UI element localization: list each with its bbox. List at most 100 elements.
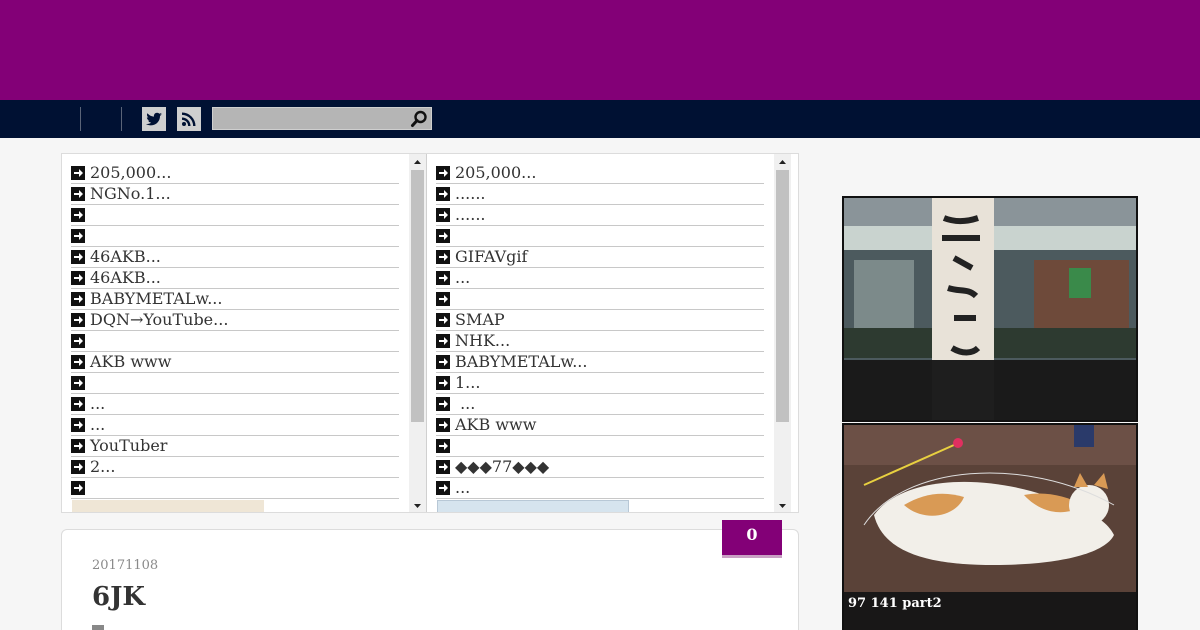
arrow-right-icon — [436, 334, 450, 348]
search-box — [212, 107, 432, 130]
list-item[interactable]: ... — [436, 394, 764, 415]
feed-link[interactable]: AKB www — [90, 352, 171, 371]
search-input[interactable] — [213, 108, 403, 130]
scroll-down-icon[interactable] — [409, 498, 426, 512]
list-item[interactable]: YouTuber — [71, 436, 399, 457]
sidebar-card-caption[interactable] — [844, 360, 1136, 420]
feed-link[interactable]: 1... — [455, 373, 480, 392]
feed-link[interactable]: GIFAVgif — [455, 247, 527, 266]
list-item[interactable]: 205,000... — [71, 163, 399, 184]
arrow-right-icon — [436, 439, 450, 453]
sidebar-card[interactable]: 97 141 part2 — [842, 423, 1138, 630]
list-item[interactable] — [71, 331, 399, 352]
list-item[interactable]: 1... — [436, 373, 764, 394]
search-icon[interactable] — [409, 109, 429, 129]
sidebar-card[interactable] — [842, 196, 1138, 422]
feed-link[interactable]: ... — [90, 415, 105, 434]
list-item[interactable]: 46AKB... — [71, 268, 399, 289]
comment-count-badge[interactable]: 0 — [722, 520, 782, 558]
scroll-thumb[interactable] — [776, 170, 789, 422]
arrow-right-icon — [71, 292, 85, 306]
list-item[interactable]: NGNo.1... — [71, 184, 399, 205]
feed-list-left: 205,000... NGNo.1... 46AKB... 46AKB... B… — [71, 163, 399, 499]
list-item[interactable] — [71, 205, 399, 226]
feed-link[interactable]: 2... — [90, 457, 115, 476]
arrow-right-icon — [436, 418, 450, 432]
list-item[interactable]: ... — [436, 268, 764, 289]
feed-link[interactable]: 46AKB... — [90, 247, 161, 266]
scroll-down-icon[interactable] — [774, 498, 791, 512]
scroll-up-icon[interactable] — [774, 154, 791, 168]
feed-link[interactable]: YouTuber — [90, 436, 167, 455]
list-item[interactable]: ...... — [436, 205, 764, 226]
arrow-right-icon — [436, 292, 450, 306]
arrow-right-icon — [71, 376, 85, 390]
list-item[interactable]: ... — [71, 415, 399, 436]
site-header — [0, 0, 1200, 100]
arrow-right-icon — [71, 439, 85, 453]
rss-icon[interactable] — [177, 107, 201, 131]
feed-link[interactable]: ... — [455, 268, 470, 287]
twitter-icon[interactable] — [142, 107, 166, 131]
feed-link[interactable]: AKB www — [455, 415, 536, 434]
feed-link[interactable]: ...... — [455, 205, 486, 224]
feed-left: 205,000... NGNo.1... 46AKB... 46AKB... B… — [62, 154, 426, 512]
sidebar-card-caption[interactable]: 97 141 part2 — [844, 592, 1136, 630]
list-item[interactable]: BABYMETALw... — [436, 352, 764, 373]
list-item[interactable] — [71, 478, 399, 499]
list-item[interactable] — [436, 436, 764, 457]
arrow-right-icon — [71, 271, 85, 285]
post-title[interactable]: 6JK — [92, 582, 145, 612]
arrow-right-icon — [71, 166, 85, 180]
arrow-right-icon — [71, 481, 85, 495]
list-item[interactable]: DQN→YouTube... — [71, 310, 399, 331]
list-item[interactable] — [71, 226, 399, 247]
nav-divider — [80, 107, 81, 131]
scroll-up-icon[interactable] — [409, 154, 426, 168]
list-item[interactable]: BABYMETALw... — [71, 289, 399, 310]
list-item[interactable]: 46AKB... — [71, 247, 399, 268]
feed-link[interactable]: BABYMETALw... — [455, 352, 587, 371]
list-item[interactable] — [436, 226, 764, 247]
post-date: 20171108 — [92, 558, 159, 573]
nav-bar — [0, 100, 1200, 138]
feed-link[interactable]: ... — [455, 478, 470, 497]
arrow-right-icon — [436, 355, 450, 369]
arrow-right-icon — [436, 166, 450, 180]
list-item[interactable]: ◆◆◆77◆◆◆ — [436, 457, 764, 478]
feed-link[interactable]: BABYMETALw... — [90, 289, 222, 308]
feed-link[interactable]: DQN→YouTube... — [90, 310, 228, 329]
arrow-right-icon — [71, 250, 85, 264]
list-item[interactable]: ...... — [436, 184, 764, 205]
feed-link[interactable]: NGNo.1... — [90, 184, 171, 203]
list-item[interactable]: ... — [436, 478, 764, 499]
list-item[interactable]: SMAP — [436, 310, 764, 331]
feed-link[interactable]: NHK... — [455, 331, 510, 350]
list-item[interactable]: 205,000... — [436, 163, 764, 184]
feed-link[interactable]: ... — [90, 394, 105, 413]
arrow-right-icon — [436, 460, 450, 474]
list-item[interactable] — [436, 289, 764, 310]
feed-link[interactable]: ◆◆◆77◆◆◆ — [455, 457, 549, 476]
scroll-thumb[interactable] — [411, 170, 424, 422]
feed-link[interactable]: 205,000... — [90, 163, 171, 182]
feed-right-scrollbar[interactable] — [774, 154, 791, 512]
feed-link[interactable]: ...... — [455, 184, 486, 203]
list-item[interactable]: 2... — [71, 457, 399, 478]
feed-link[interactable]: 46AKB... — [90, 268, 161, 287]
feed-link[interactable]: ... — [455, 394, 475, 413]
feed-link[interactable]: 205,000... — [455, 163, 536, 182]
list-item[interactable]: NHK... — [436, 331, 764, 352]
folder-icon — [92, 625, 104, 630]
feed-left-scrollbar[interactable] — [409, 154, 426, 512]
list-item[interactable]: ... — [71, 394, 399, 415]
list-item[interactable] — [71, 373, 399, 394]
list-item[interactable]: AKB www — [71, 352, 399, 373]
antenna-feeds: 205,000... NGNo.1... 46AKB... 46AKB... B… — [61, 153, 799, 513]
arrow-right-icon — [436, 187, 450, 201]
nav-divider — [121, 107, 122, 131]
arrow-right-icon — [436, 481, 450, 495]
list-item[interactable]: GIFAVgif — [436, 247, 764, 268]
list-item[interactable]: AKB www — [436, 415, 764, 436]
feed-link[interactable]: SMAP — [455, 310, 505, 329]
